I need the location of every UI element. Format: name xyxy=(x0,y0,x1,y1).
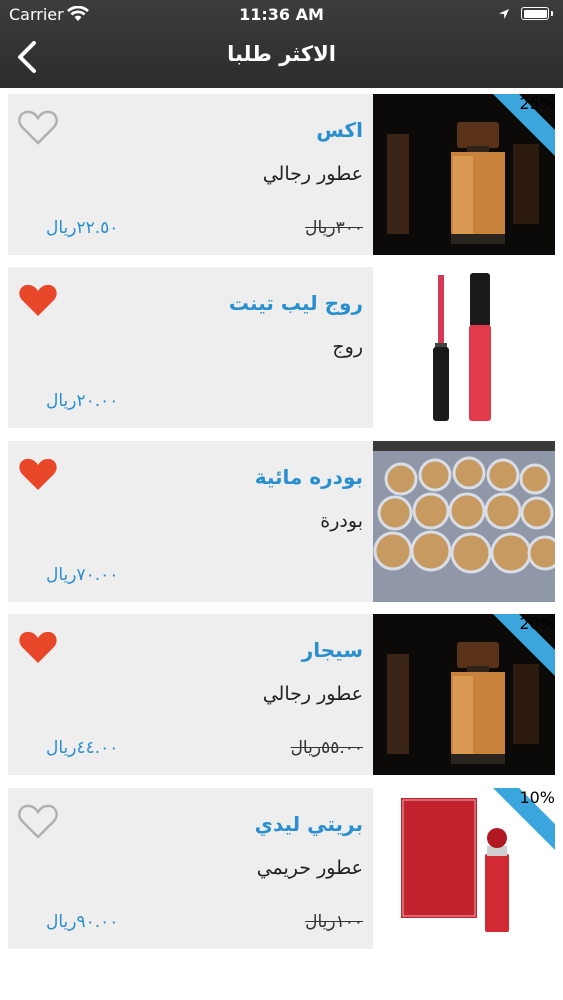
original-price: ٥٥.٠٠ريال xyxy=(290,738,363,758)
product-image-perfume[interactable]: 25% xyxy=(373,94,555,255)
discount-label: 25% xyxy=(519,94,555,113)
original-price: ١٠٠ريال xyxy=(305,912,363,932)
product-image-perfume[interactable]: 20% xyxy=(373,614,555,775)
product-image-pretty-lady[interactable]: 10% xyxy=(373,788,555,949)
product-category: عطور حريمي xyxy=(256,857,363,879)
product-name[interactable]: بودره مائية xyxy=(255,465,363,489)
product-image-powder[interactable] xyxy=(373,441,555,602)
product-category: روج xyxy=(332,336,363,358)
original-price: ٣٠٠ريال xyxy=(305,218,363,238)
discount-label: 20% xyxy=(519,614,555,633)
heart-filled-icon[interactable] xyxy=(17,456,59,494)
product-card[interactable]: 20% سيجار عطور رجالي ٥٥.٠٠ريال ٤٤.٠٠ريال xyxy=(8,614,555,775)
product-name[interactable]: بريتي ليدي xyxy=(255,812,363,836)
status-bar: Carrier 11:36 AM xyxy=(0,0,563,30)
current-price: ٤٤.٠٠ريال xyxy=(46,738,119,758)
page-title: الاكثر طلبا xyxy=(227,42,336,66)
product-card[interactable]: بودره مائية بودرة ٧٠.٠٠ريال xyxy=(8,441,555,602)
current-price: ٢٠.٠٠ريال xyxy=(46,391,119,411)
product-category: عطور رجالي xyxy=(262,683,363,705)
heart-filled-icon[interactable] xyxy=(17,282,59,320)
product-name[interactable]: روج ليب تينت xyxy=(229,291,363,315)
product-name[interactable]: سيجار xyxy=(302,638,363,662)
clock: 11:36 AM xyxy=(239,5,324,24)
heart-outline-icon[interactable] xyxy=(17,803,59,841)
product-card[interactable]: روج ليب تينت روج ٢٠.٠٠ريال xyxy=(8,267,555,428)
product-card[interactable]: 25% اكس عطور رجالي ٣٠٠ريال ٢٢.٥٠ريال xyxy=(8,94,555,255)
heart-outline-icon[interactable] xyxy=(17,109,59,147)
product-category: عطور رجالي xyxy=(262,163,363,185)
current-price: ٧٠.٠٠ريال xyxy=(46,565,119,585)
current-price: ٢٢.٥٠ريال xyxy=(46,218,119,238)
product-image-lipstick[interactable] xyxy=(373,267,555,428)
heart-filled-icon[interactable] xyxy=(17,629,59,667)
nav-bar: Carrier 11:36 AM الاكثر طلبا xyxy=(0,0,563,88)
product-category: بودرة xyxy=(320,510,363,532)
location-icon xyxy=(499,9,509,19)
current-price: ٩٠.٠٠ريال xyxy=(46,912,119,932)
product-card[interactable]: 10% بريتي ليدي عطور حريمي ١٠٠ريال ٩٠.٠٠ر… xyxy=(8,788,555,949)
discount-label: 10% xyxy=(519,788,555,807)
battery-icon xyxy=(521,7,553,20)
product-name[interactable]: اكس xyxy=(316,118,363,142)
